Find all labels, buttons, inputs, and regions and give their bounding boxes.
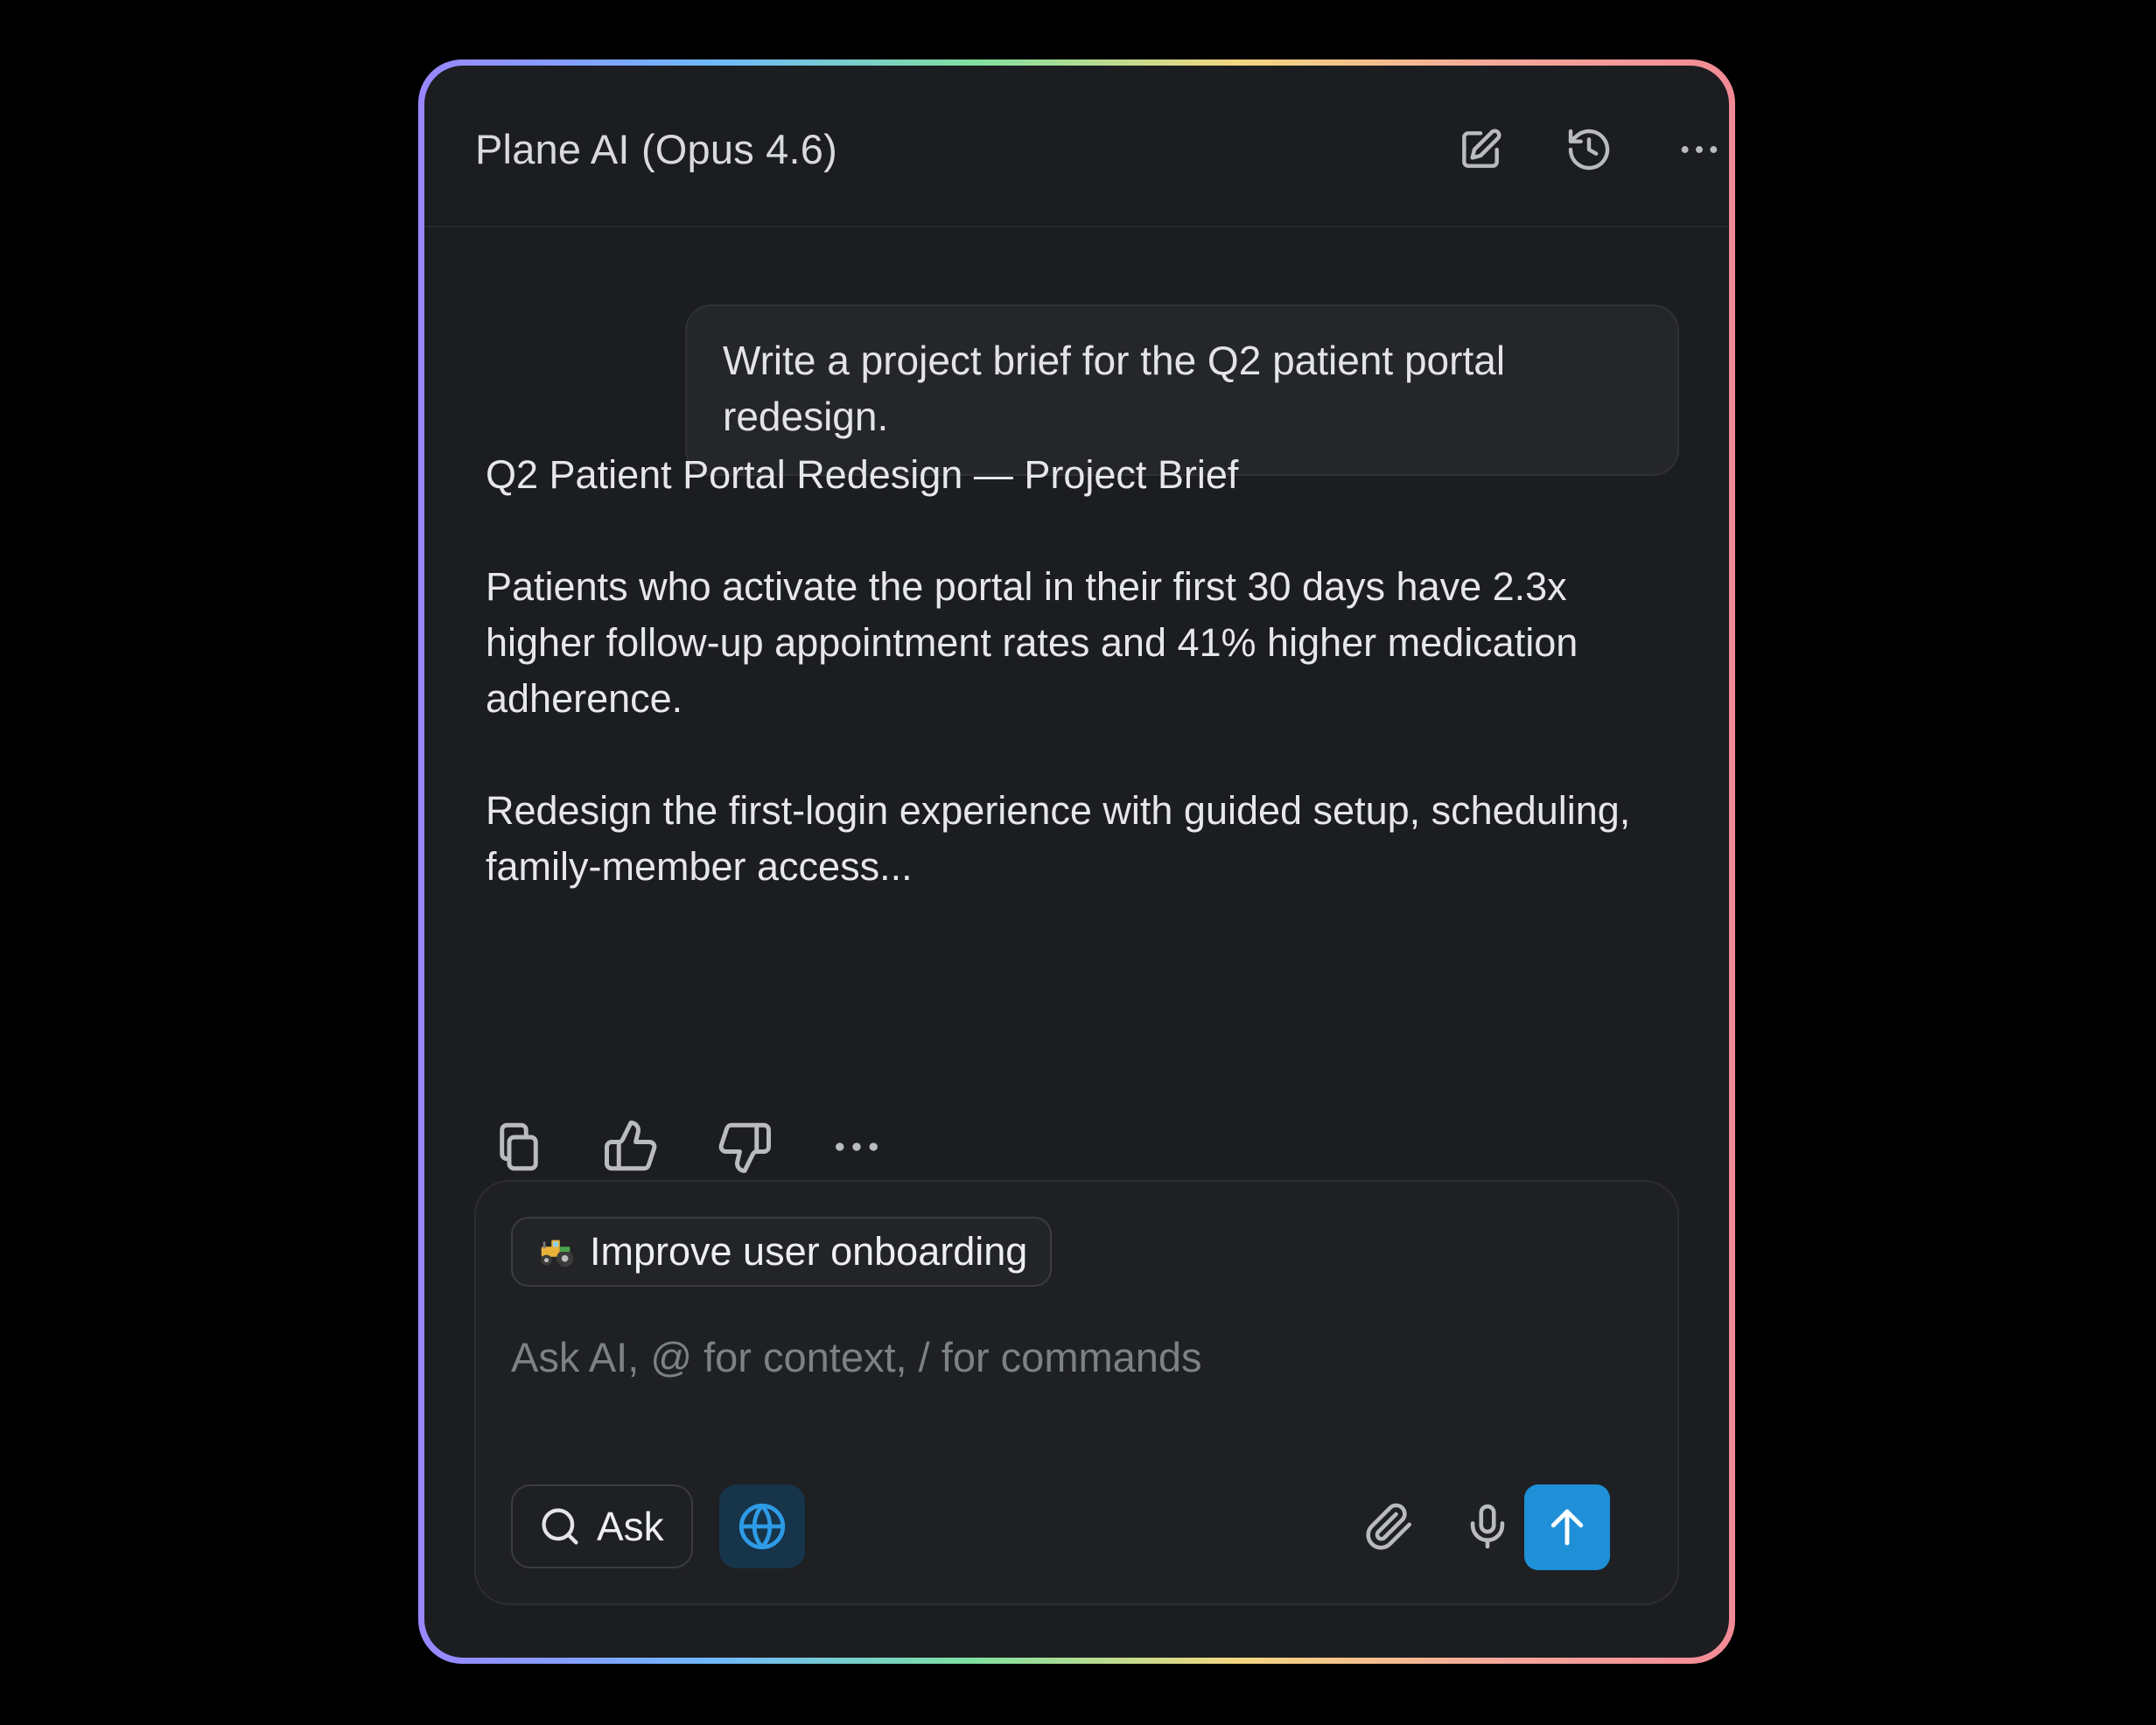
chat-header: Plane AI (Opus 4.6) xyxy=(424,66,1729,227)
more-horizontal-icon xyxy=(836,1142,878,1151)
thumbs-up-button[interactable] xyxy=(598,1114,664,1180)
composer: Improve user onboarding Ask xyxy=(474,1180,1679,1605)
assistant-message-paragraph: Redesign the first-login experience with… xyxy=(486,788,1631,889)
assistant-message-paragraph: Patients who activate the portal in thei… xyxy=(486,564,1578,721)
attach-button[interactable] xyxy=(1356,1493,1423,1560)
send-button[interactable] xyxy=(1524,1484,1610,1570)
ai-chat-window: Plane AI (Opus 4.6) Write a project brie… xyxy=(418,59,1735,1664)
web-search-toggle[interactable] xyxy=(719,1484,805,1568)
copy-button[interactable] xyxy=(486,1114,552,1180)
chat-history-button[interactable] xyxy=(1561,122,1617,178)
ask-mode-label: Ask xyxy=(597,1504,664,1549)
search-icon xyxy=(542,1508,578,1545)
context-chip[interactable]: Improve user onboarding xyxy=(511,1217,1053,1287)
context-chip-label: Improve user onboarding xyxy=(590,1229,1028,1274)
thumbs-down-button[interactable] xyxy=(711,1114,778,1180)
prompt-input[interactable] xyxy=(511,1322,1631,1392)
ai-chat-panel: Plane AI (Opus 4.6) Write a project brie… xyxy=(424,66,1729,1658)
arrow-up-icon xyxy=(1550,1509,1584,1546)
assistant-message-title: Q2 Patient Portal Redesign — Project Bri… xyxy=(486,452,1239,497)
message-more-button[interactable] xyxy=(823,1114,890,1180)
microphone-icon xyxy=(1470,1504,1505,1549)
more-horizontal-icon xyxy=(1681,146,1718,153)
thumbs-up-icon xyxy=(605,1121,657,1171)
ask-mode-button[interactable]: Ask xyxy=(511,1484,693,1568)
tractor-icon xyxy=(536,1231,578,1273)
thumbs-down-icon xyxy=(718,1122,771,1173)
paperclip-icon xyxy=(1366,1503,1412,1550)
voice-input-button[interactable] xyxy=(1454,1493,1521,1560)
edit-icon xyxy=(1462,129,1502,168)
globe-icon xyxy=(738,1503,786,1550)
history-icon xyxy=(1568,129,1610,171)
chat-title: Plane AI (Opus 4.6) xyxy=(475,126,837,172)
header-more-button[interactable] xyxy=(1671,122,1727,178)
new-chat-button[interactable] xyxy=(1452,122,1508,178)
copy-icon xyxy=(500,1122,538,1171)
assistant-message: Q2 Patient Portal Redesign — Project Bri… xyxy=(486,447,1649,895)
